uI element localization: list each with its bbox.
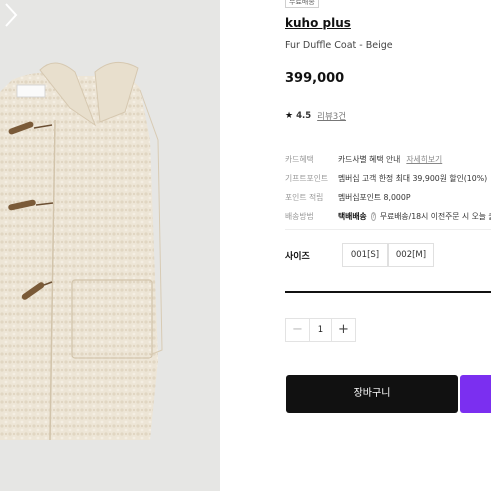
benefit-label: 배송방법 xyxy=(285,212,314,221)
quantity-increase-button[interactable]: + xyxy=(332,319,355,341)
benefit-list: 카드혜택 카드사별 혜택 안내 자세히보기 기프트포인트 멤버십 고객 한정 최… xyxy=(285,150,491,226)
benefit-row-point: 포인트 적립 멤버십포인트 8,000P xyxy=(285,188,491,207)
product-price: 399,000 xyxy=(285,71,345,86)
benefit-label: 기프트포인트 xyxy=(285,174,329,183)
help-icon[interactable]: ? xyxy=(370,212,376,221)
benefit-label: 포인트 적립 xyxy=(285,193,324,202)
brand-link[interactable]: kuho plus xyxy=(285,16,351,30)
product-image xyxy=(0,0,220,491)
benefit-value: 카드사별 혜택 안내 xyxy=(338,155,401,164)
divider xyxy=(285,229,491,230)
product-name: Fur Duffle Coat - Beige xyxy=(285,40,393,51)
benefit-row-shipping: 배송방법 택배배송 ? 무료배송/18시 이전주문 시 오늘 출발 xyxy=(285,207,491,226)
size-option-m[interactable]: 002[M] xyxy=(388,243,434,267)
card-details-link[interactable]: 자세히보기 xyxy=(406,154,442,165)
free-shipping-badge: 무료배송 xyxy=(285,0,319,8)
shipping-info: 무료배송/18시 이전주문 시 오늘 출발 xyxy=(379,212,491,221)
benefit-row-card: 카드혜택 카드사별 혜택 안내 자세히보기 xyxy=(285,150,491,169)
buy-now-button[interactable] xyxy=(460,375,491,413)
quantity-value[interactable]: 1 xyxy=(309,319,332,341)
star-icon: ★ xyxy=(285,111,294,121)
shipping-method: 택배배송 xyxy=(338,212,367,221)
review-count-link[interactable]: 리뷰3건 xyxy=(317,110,346,122)
benefit-label: 카드혜택 xyxy=(285,155,314,164)
quantity-stepper: − 1 + xyxy=(285,318,356,342)
benefit-value: 멤버십포인트 8,000P xyxy=(338,193,411,202)
rating-row: ★ 4.5 리뷰3건 xyxy=(285,110,346,122)
benefit-row-gift-point: 기프트포인트 멤버십 고객 한정 최대 39,900원 할인(10%) xyxy=(285,169,491,188)
quantity-decrease-button[interactable]: − xyxy=(286,319,309,341)
product-info-panel: 무료배송 kuho plus Fur Duffle Coat - Beige 3… xyxy=(220,0,491,491)
size-option-s[interactable]: 001[S] xyxy=(342,243,388,267)
next-image-arrow-icon[interactable] xyxy=(0,0,22,30)
size-label: 사이즈 xyxy=(285,252,310,262)
coat-illustration xyxy=(0,61,163,441)
divider xyxy=(285,291,491,293)
rating-score: 4.5 xyxy=(296,111,312,121)
add-to-cart-button[interactable]: 장바구니 xyxy=(286,375,458,413)
benefit-value: 멤버십 고객 한정 최대 39,900원 할인(10%) xyxy=(338,174,488,183)
